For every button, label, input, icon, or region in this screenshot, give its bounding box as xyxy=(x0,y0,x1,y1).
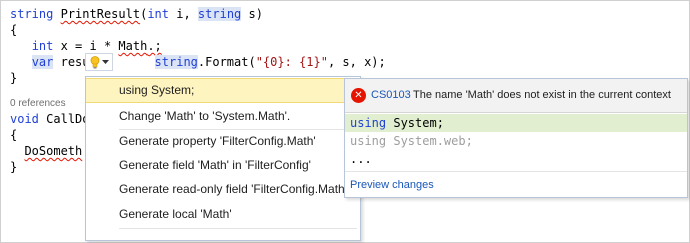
keyword-highlight: string xyxy=(197,7,242,21)
keyword-highlight: var xyxy=(31,55,54,69)
code-line-3: int x = i * Math.; xyxy=(10,38,162,54)
preview-separator xyxy=(345,171,687,172)
code-editor[interactable]: string PrintResult(int i, string s) { in… xyxy=(0,0,690,243)
keyword: int xyxy=(31,39,54,53)
code-text: x = i * xyxy=(60,39,119,53)
lightbulb-button[interactable] xyxy=(85,53,113,71)
lightbulb-icon xyxy=(90,55,100,69)
method-name: CallDo xyxy=(46,112,90,126)
menu-separator xyxy=(119,228,357,229)
error-header: ✕ CS0103 The name 'Math' does not exist … xyxy=(345,79,687,113)
error-code-link[interactable]: CS0103 xyxy=(371,89,411,101)
keyword: int xyxy=(147,7,169,21)
preview-line: using System.web; xyxy=(345,132,687,150)
keyword: string xyxy=(10,7,54,21)
string-literal: "{0}: {1}" xyxy=(255,55,328,69)
param: s) xyxy=(248,7,263,21)
code-text: , s, x); xyxy=(327,55,386,69)
menu-item-generate-readonly-field[interactable]: Generate read-only field 'FilterConfig.M… xyxy=(86,177,360,202)
preview-text: System; xyxy=(393,116,444,130)
keyword: using xyxy=(350,116,387,130)
preview-changes-link[interactable]: Preview changes xyxy=(350,179,434,191)
code-text: .; xyxy=(147,39,162,53)
error-message: The name 'Math' does not exist in the cu… xyxy=(413,89,671,101)
menu-item-using-system[interactable]: using System; xyxy=(86,78,360,103)
error-token: Math xyxy=(118,39,148,53)
codelens-references[interactable]: 0 references xyxy=(10,98,66,109)
menu-item-generate-field[interactable]: Generate field 'Math' in 'FilterConfig' xyxy=(86,153,360,178)
code-text: .Format( xyxy=(197,55,256,69)
menu-item-generate-property[interactable]: Generate property 'FilterConfig.Math' xyxy=(86,129,360,154)
menu-item-generate-local[interactable]: Generate local 'Math' xyxy=(86,202,360,227)
error-token: DoSometh xyxy=(24,144,83,158)
preview-pane: ✕ CS0103 The name 'Math' does not exist … xyxy=(344,78,688,198)
code-line-5: } xyxy=(10,71,18,85)
error-icon: ✕ xyxy=(351,88,366,103)
preview-text: System.web; xyxy=(393,134,473,148)
keyword: using xyxy=(350,134,387,148)
code-line-1: string PrintResult(int i, string s) xyxy=(10,7,263,21)
quick-actions-menu: using System; Change 'Math' to 'System.M… xyxy=(85,76,361,241)
code-line-9: } xyxy=(10,160,18,174)
keyword-highlight: string xyxy=(154,55,198,69)
param: i, xyxy=(176,7,191,21)
code-line-4: var resu string.Format("{0}: {1}", s, x)… xyxy=(10,54,386,70)
keyword: void xyxy=(10,112,39,126)
code-line-6: void CallDo xyxy=(10,111,90,127)
chevron-down-icon xyxy=(101,59,109,65)
code-line-7: { xyxy=(10,128,18,142)
preview-ellipsis: ... xyxy=(350,152,372,166)
code-line-8: DoSometh xyxy=(10,143,82,159)
method-name: PrintResult xyxy=(60,7,141,21)
code-line-2: { xyxy=(10,23,18,37)
preview-line-added: using System; xyxy=(345,114,687,132)
menu-item-change-to-system-math[interactable]: Change 'Math' to 'System.Math'. xyxy=(86,104,360,129)
